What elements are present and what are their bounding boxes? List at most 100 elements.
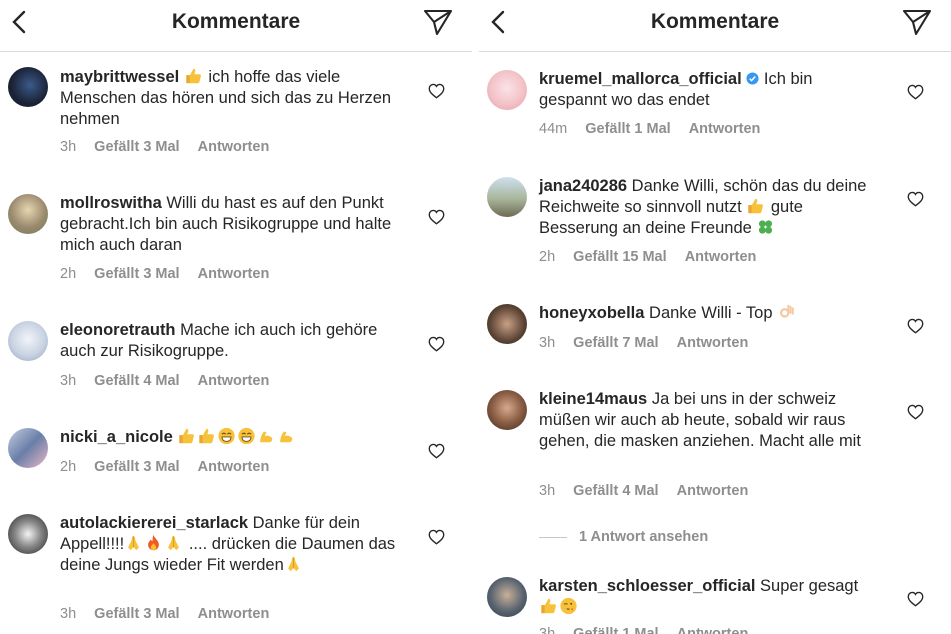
avatar[interactable] — [8, 428, 48, 468]
likes-count[interactable]: Gefällt 3 Mal — [94, 459, 179, 475]
comment-time: 3h — [60, 373, 77, 389]
comments-panel-right: Kommentare kruemel_mallorca_official Ich… — [479, 0, 951, 634]
heart-icon[interactable] — [907, 318, 924, 334]
avatar[interactable] — [487, 390, 527, 430]
comment-time: 3h — [539, 483, 556, 499]
flexed-biceps-emoji — [257, 427, 276, 445]
heart-icon[interactable] — [428, 443, 445, 459]
comment-meta: 2h Gefällt 3 Mal Antworten — [60, 459, 283, 475]
likes-count[interactable]: Gefällt 3 Mal — [94, 606, 179, 622]
folded-hands-emoji — [164, 534, 183, 552]
comment-body: kleine14maus Ja bei uns in der schweiz m… — [539, 389, 879, 452]
reply-link[interactable]: Antworten — [198, 459, 270, 475]
comment-time: 44m — [539, 121, 568, 137]
comment-meta: 2h Gefällt 15 Mal Antworten — [539, 249, 770, 265]
panel-divider — [472, 0, 479, 634]
thumbs-up-emoji — [177, 427, 196, 445]
avatar[interactable] — [8, 67, 48, 107]
reply-link[interactable]: Antworten — [198, 139, 270, 155]
heart-icon[interactable] — [907, 84, 924, 100]
avatar[interactable] — [8, 514, 48, 554]
reply-link[interactable]: Antworten — [677, 626, 749, 634]
comment-meta: 44m Gefällt 1 Mal Antworten — [539, 121, 774, 137]
comment-username[interactable]: kruemel_mallorca_official — [539, 70, 742, 88]
reply-link[interactable]: Antworten — [689, 121, 761, 137]
reply-link[interactable]: Antworten — [198, 373, 270, 389]
heart-icon[interactable] — [428, 83, 445, 99]
comment-username[interactable]: kleine14maus — [539, 390, 647, 408]
comment-time: 2h — [60, 266, 77, 282]
avatar[interactable] — [487, 177, 527, 217]
thumbs-up-emoji — [197, 427, 216, 445]
page-title: Kommentare — [171, 10, 301, 33]
comment-body: mollroswitha Willi du hast es auf den Pu… — [60, 193, 400, 256]
likes-count[interactable]: Gefällt 3 Mal — [94, 139, 179, 155]
heart-icon[interactable] — [428, 336, 445, 352]
send-icon[interactable] — [901, 7, 933, 37]
comment-time: 3h — [539, 626, 556, 634]
four-leaf-clover-emoji — [756, 218, 775, 236]
comment-username[interactable]: eleonoretrauth — [60, 321, 176, 339]
flexed-biceps-emoji — [277, 427, 296, 445]
comment-body: jana240286 Danke Willi, schön das du dei… — [539, 176, 879, 239]
send-icon[interactable] — [422, 7, 454, 37]
comment-username[interactable]: mollroswitha — [60, 194, 162, 212]
comment-time: 2h — [539, 249, 556, 265]
heart-icon[interactable] — [907, 404, 924, 420]
likes-count[interactable]: Gefällt 15 Mal — [573, 249, 666, 265]
heart-icon[interactable] — [907, 591, 924, 607]
comment-body: nicki_a_nicole — [60, 427, 400, 448]
view-replies-label[interactable]: 1 Antwort ansehen — [579, 529, 708, 545]
comment-username[interactable]: autolackiererei_starlack — [60, 514, 248, 532]
comment-text: Danke Willi - Top — [644, 304, 778, 322]
comment-meta: 3h Gefällt 4 Mal Antworten — [539, 483, 762, 499]
likes-count[interactable]: Gefällt 3 Mal — [94, 266, 179, 282]
comment-username[interactable]: karsten_schloesser_official — [539, 577, 755, 595]
comments-header: Kommentare — [479, 0, 951, 52]
likes-count[interactable]: Gefällt 1 Mal — [573, 626, 658, 634]
reply-link[interactable]: Antworten — [685, 249, 757, 265]
avatar[interactable] — [8, 321, 48, 361]
ok-hand-emoji — [777, 303, 796, 321]
comment-meta: 3h Gefällt 4 Mal Antworten — [60, 373, 283, 389]
likes-count[interactable]: Gefällt 7 Mal — [573, 335, 658, 351]
reply-link[interactable]: Antworten — [677, 335, 749, 351]
heart-icon[interactable] — [907, 191, 924, 207]
comment-username[interactable]: nicki_a_nicole — [60, 428, 173, 446]
likes-count[interactable]: Gefällt 4 Mal — [573, 483, 658, 499]
avatar[interactable] — [8, 194, 48, 234]
comment-time: 3h — [539, 335, 556, 351]
comment-time: 3h — [60, 606, 77, 622]
comment-username[interactable]: honeyxobella — [539, 304, 644, 322]
likes-count[interactable]: Gefällt 1 Mal — [585, 121, 670, 137]
avatar[interactable] — [487, 577, 527, 617]
comment-time: 3h — [60, 139, 77, 155]
heart-icon[interactable] — [428, 209, 445, 225]
reply-link[interactable]: Antworten — [677, 483, 749, 499]
comments-header: Kommentare — [0, 0, 472, 52]
comment-body: karsten_schloesser_official Super gesagt — [539, 576, 879, 618]
comment-time: 2h — [60, 459, 77, 475]
thumbs-up-emoji — [184, 67, 203, 85]
comment-body: autolackiererei_starlack Danke für dein … — [60, 513, 400, 576]
comment-meta: 3h Gefällt 7 Mal Antworten — [539, 335, 762, 351]
comment-username[interactable]: jana240286 — [539, 177, 627, 195]
comment-username[interactable]: maybrittwessel — [60, 68, 179, 86]
comment-meta: 3h Gefällt 3 Mal Antworten — [60, 606, 283, 622]
comment-body: eleonoretrauth Mache ich auch ich gehöre… — [60, 320, 400, 362]
heart-icon[interactable] — [428, 529, 445, 545]
reply-link[interactable]: Antworten — [198, 266, 270, 282]
comment-meta: 3h Gefällt 1 Mal Antworten — [539, 626, 762, 634]
comment-text: Super gesagt — [755, 577, 859, 595]
avatar[interactable] — [487, 304, 527, 344]
kiss-emoji — [559, 597, 578, 615]
reply-link[interactable]: Antworten — [198, 606, 270, 622]
comment-meta: 2h Gefällt 3 Mal Antworten — [60, 266, 283, 282]
page-title: Kommentare — [650, 10, 780, 33]
likes-count[interactable]: Gefällt 4 Mal — [94, 373, 179, 389]
folded-hands-emoji — [124, 534, 143, 552]
comment-body: honeyxobella Danke Willi - Top — [539, 303, 879, 324]
view-replies-link[interactable]: 1 Antwort ansehen — [539, 529, 708, 545]
avatar[interactable] — [487, 70, 527, 110]
grinning-emoji — [237, 427, 256, 445]
